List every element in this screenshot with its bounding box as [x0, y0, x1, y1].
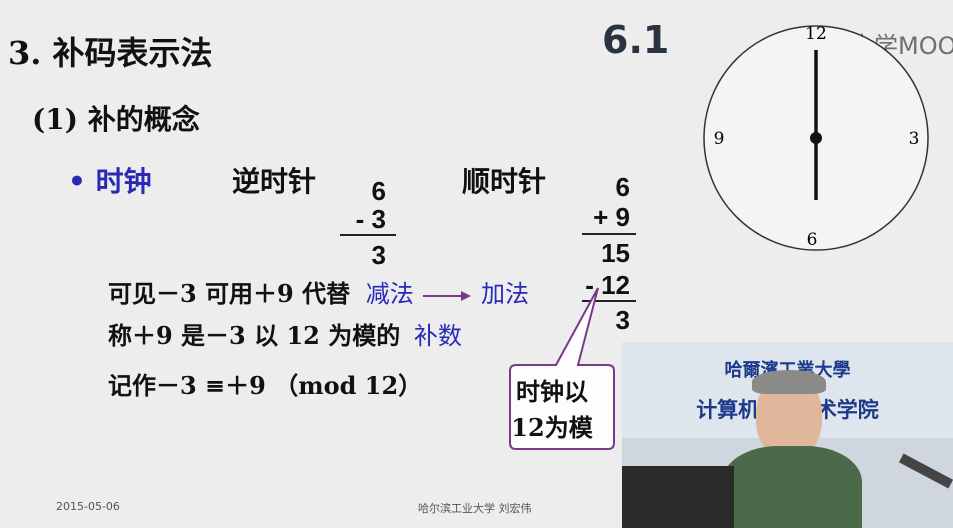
line-notation: 记作－3 ≡＋9 （mod 12）: [108, 371, 423, 400]
line-substitution: 可见－3 可用＋9 代替 减法 加法: [108, 274, 529, 309]
clock-illustration: 12 3 6 9: [703, 24, 929, 251]
subsection-title: (1) 补的概念: [32, 103, 200, 136]
clock-number-9: 9: [714, 129, 725, 149]
lecturer-shirt: [722, 446, 862, 528]
ccw-top-number: 6: [371, 176, 386, 206]
heading-clockwise: 顺时针: [462, 165, 547, 198]
cw-rule-1: [582, 233, 636, 235]
laptop: [622, 466, 734, 528]
section-title: 3. 补码表示法: [8, 34, 213, 72]
bullet-clock: • 时钟: [68, 165, 152, 198]
clock-number-12: 12: [805, 24, 827, 44]
footer-date: 2015-05-06: [56, 500, 120, 513]
cw-sum: 15: [601, 238, 630, 268]
callout-line-2: 12为模: [511, 413, 593, 442]
term-complement: 补数: [413, 322, 462, 350]
lecturer-hair: [752, 370, 826, 394]
microphone: [898, 453, 953, 489]
callout-line-1: 时钟以: [516, 377, 588, 406]
heading-counterclockwise: 逆时针: [232, 165, 317, 198]
section-number-badge: 6.1: [602, 18, 670, 62]
clock-number-3: 3: [909, 129, 920, 149]
label-subtraction: 减法: [365, 280, 414, 308]
clock-number-6: 6: [807, 230, 818, 250]
ccw-rule: [340, 234, 396, 236]
callout-text: 时钟以 12为模: [500, 374, 604, 446]
line-complement: 称＋9 是－3 以 12 为模的 补数: [108, 316, 462, 351]
lecturer-video: 哈爾濱工業大學 计算机 与技术学院: [622, 342, 953, 528]
cw-operand: + 9: [593, 202, 630, 232]
ccw-result: 3: [371, 240, 386, 270]
line-substitution-text: 可见－3 可用＋9 代替: [108, 279, 351, 308]
clock-center: [810, 132, 822, 144]
cw-top-number: 6: [615, 172, 630, 202]
arrow-right-icon: [423, 290, 472, 301]
footer-author: 哈尔滨工业大学 刘宏伟: [418, 502, 532, 515]
line-complement-text: 称＋9 是－3 以 12 为模的: [108, 321, 401, 350]
ccw-operand: - 3: [355, 204, 386, 234]
